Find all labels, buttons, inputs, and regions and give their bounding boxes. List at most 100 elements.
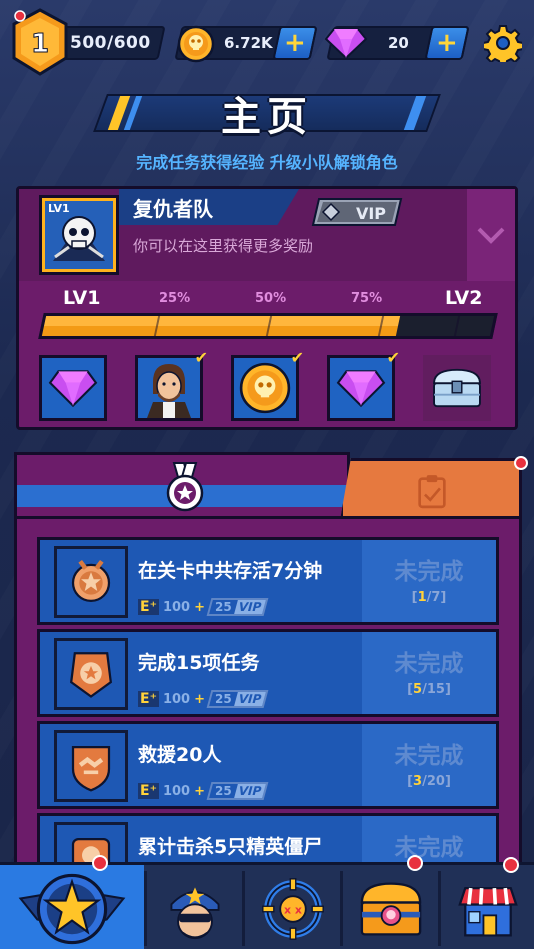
- page-subtitle: 完成任务获得经验 升级小队解锁角色: [136, 153, 398, 172]
- gem-icon: [336, 370, 386, 408]
- team-name: 复仇者队: [133, 197, 213, 221]
- task-status: 未完成: [394, 835, 464, 861]
- task-name: 救援20人: [138, 744, 222, 766]
- task-xp-value: 100: [162, 783, 191, 799]
- xp-value: 500/600: [69, 33, 151, 53]
- handshake-shield-icon: [71, 745, 111, 792]
- task-row[interactable]: 救援20人 E⁺ 100 + 25 VIP 未完成 [3/20]: [37, 721, 499, 809]
- xp-icon: E⁺: [138, 599, 159, 615]
- progress-mark-25: 25%: [159, 291, 191, 306]
- task-progress: [3/20]: [407, 774, 451, 789]
- task-xp-value: 100: [162, 599, 191, 615]
- team-avatar[interactable]: LV1: [39, 195, 119, 275]
- page-title: 主页: [221, 94, 313, 140]
- chevron-down-icon: [477, 227, 505, 244]
- vip-badge[interactable]: VIP: [311, 195, 407, 229]
- treasure-chest-icon: [360, 881, 421, 936]
- gem-icon: [48, 370, 98, 408]
- nav-heroes[interactable]: [147, 865, 242, 949]
- shop-store-icon: [457, 886, 518, 936]
- task-name: 累计击杀5只精英僵尸: [138, 836, 323, 858]
- notification-dot: [503, 857, 519, 873]
- task-icon-frame: [54, 546, 128, 618]
- plus-sign: +: [194, 783, 205, 799]
- tab-daily-tasks[interactable]: [14, 452, 350, 520]
- claimed-check-icon: ✔: [386, 348, 400, 367]
- task-icon-frame: [54, 638, 128, 710]
- xp-icon: E⁺: [138, 783, 159, 799]
- add-coins-button[interactable]: +: [272, 26, 318, 60]
- progress-start-label: LV1: [63, 287, 101, 309]
- svg-text:x x: x x: [284, 903, 302, 916]
- plus-sign: +: [194, 691, 205, 707]
- notification-dot: [92, 855, 108, 871]
- top-bar: 500/600 1 6.72K + 20 +: [0, 0, 534, 90]
- nav-target[interactable]: x x: [245, 865, 340, 949]
- notification-dot: [514, 456, 528, 470]
- expand-chevron-button[interactable]: [467, 189, 515, 281]
- player-level-badge[interactable]: 1: [10, 8, 70, 76]
- hero-police-icon: [169, 886, 220, 939]
- notification-dot: [407, 855, 423, 871]
- home-star-badge-icon: [18, 873, 126, 944]
- coin-value: 6.72K: [224, 34, 273, 52]
- progress-mark-75: 75%: [351, 291, 383, 306]
- plus-sign: +: [194, 599, 205, 615]
- vip-bonus-chip: 25 VIP: [206, 782, 269, 800]
- reward-gem-1[interactable]: [39, 355, 107, 421]
- svg-text:VIP: VIP: [356, 204, 386, 223]
- chest-icon: [433, 368, 481, 408]
- team-description: 你可以在这里获得更多奖励: [133, 237, 314, 255]
- tasks-panel: 在关卡中共存活7分钟 E⁺ 100 + 25 VIP 未完成 [1/7] 完成1…: [14, 452, 528, 901]
- progress-labels: LV1 25% 50% 75% LV2: [19, 287, 515, 311]
- vip-bonus-chip: 25 VIP: [206, 690, 269, 708]
- task-reward: E⁺ 100 + 25 VIP: [138, 780, 269, 802]
- page-title-banner: 主页: [93, 86, 441, 140]
- gem-value: 20: [388, 34, 409, 52]
- tab-mission-clipboard[interactable]: [340, 458, 522, 520]
- claimed-check-icon: ✔: [290, 348, 304, 367]
- task-name: 完成15项任务: [138, 652, 260, 674]
- medal-icon: [71, 559, 111, 603]
- settings-gear-icon[interactable]: [484, 24, 522, 62]
- task-status: 未完成: [394, 559, 464, 585]
- task-status-box: 未完成 [5/15]: [362, 632, 496, 714]
- medal-tab-icon: [166, 462, 204, 512]
- xp-counter: 500/600: [54, 26, 166, 60]
- task-status-box: 未完成 [1/7]: [362, 540, 496, 622]
- reward-hero[interactable]: ✔: [135, 348, 208, 421]
- bottom-navigation: x x: [0, 855, 534, 949]
- task-row[interactable]: 完成15项任务 E⁺ 100 + 25 VIP 未完成 [5/15]: [37, 629, 499, 717]
- crosshair-skull-icon: x x: [261, 877, 324, 940]
- hero-portrait-icon: [147, 364, 191, 418]
- reward-coin[interactable]: ✔: [231, 348, 304, 421]
- task-list: 在关卡中共存活7分钟 E⁺ 100 + 25 VIP 未完成 [1/7] 完成1…: [14, 516, 522, 901]
- task-reward: E⁺ 100 + 25 VIP: [138, 688, 269, 710]
- nav-shop[interactable]: [441, 857, 534, 949]
- task-name: 在关卡中共存活7分钟: [138, 560, 323, 582]
- reward-chest[interactable]: [423, 355, 491, 421]
- progress-mark-50: 50%: [255, 291, 287, 306]
- vip-bonus-chip: 25 VIP: [206, 598, 269, 616]
- task-progress: [5/15]: [407, 682, 451, 697]
- nav-chest[interactable]: [343, 855, 438, 949]
- skull-coin-icon: [239, 362, 291, 414]
- team-level-tag: LV1: [48, 202, 70, 215]
- gem-icon: [324, 28, 368, 60]
- team-card: 复仇者队 你可以在这里获得更多奖励 LV1 VIP LV1 25% 50% 75…: [16, 186, 518, 430]
- task-icon-frame: [54, 730, 128, 802]
- clipboard-icon: [418, 475, 446, 509]
- add-gems-button[interactable]: +: [424, 26, 470, 60]
- nav-home[interactable]: [0, 855, 144, 949]
- progress-end-label: LV2: [445, 287, 483, 309]
- reward-gem-2[interactable]: ✔: [327, 348, 400, 421]
- task-reward: E⁺ 100 + 25 VIP: [138, 596, 269, 618]
- task-xp-value: 100: [162, 691, 191, 707]
- task-progress: [1/7]: [411, 590, 447, 605]
- task-status: 未完成: [394, 651, 464, 677]
- task-row[interactable]: 在关卡中共存活7分钟 E⁺ 100 + 25 VIP 未完成 [1/7]: [37, 537, 499, 625]
- task-status: 未完成: [394, 743, 464, 769]
- task-status-box: 未完成 [3/20]: [362, 724, 496, 806]
- team-progress-fill: [41, 316, 401, 336]
- reward-row: ✔ ✔ ✔: [39, 348, 499, 425]
